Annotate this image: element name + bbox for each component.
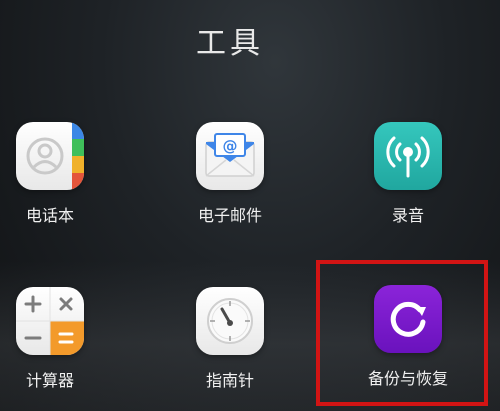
compass-icon [196,287,264,355]
highlight-box [316,260,488,406]
folder-title: 工具 [196,26,264,61]
app-compass[interactable]: 指南针 [160,287,300,391]
app-calculator[interactable]: 计算器 [0,287,120,391]
app-label: 电子邮件 [197,206,262,225]
app-label: 指南针 [205,371,254,390]
contacts-index-tabs [72,122,84,190]
svg-text:@: @ [223,137,238,155]
calculator-icon [16,287,84,355]
app-recorder[interactable]: 录音 [338,122,478,226]
app-label: 电话本 [25,206,74,225]
app-label: 录音 [391,206,424,225]
email-icon: @ [196,122,264,190]
contacts-icon [16,122,84,190]
recorder-icon [374,122,442,190]
app-contacts[interactable]: 电话本 [0,122,120,226]
app-email[interactable]: @ 电子邮件 [160,122,300,226]
app-label: 计算器 [25,371,74,390]
